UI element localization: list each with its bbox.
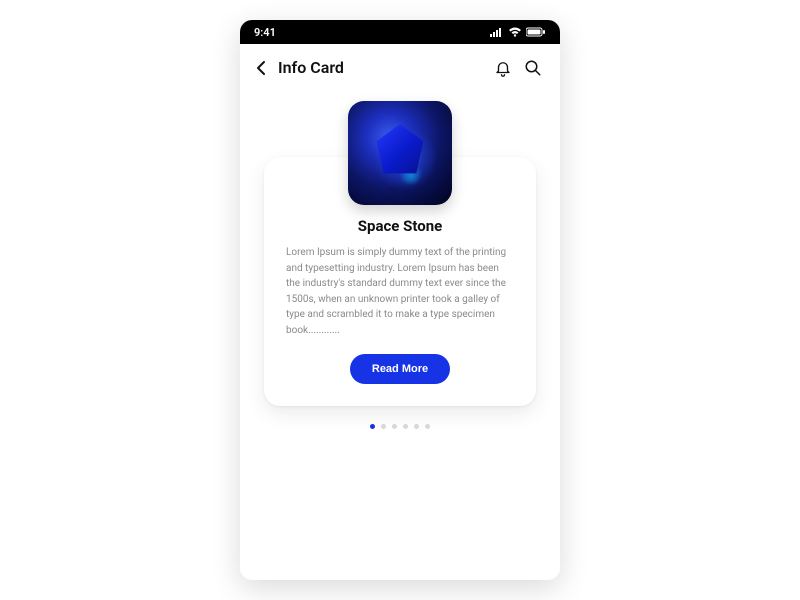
pagination-dot[interactable] [425,424,430,429]
pagination-dot[interactable] [370,424,375,429]
page-title: Info Card [278,58,344,77]
card-description: Lorem Ipsum is simply dummy text of the … [286,245,514,338]
search-icon[interactable] [524,59,542,77]
phone-frame: 9:41 Info Card Space Stone Lorem Ipsum i… [240,20,560,580]
signal-icon [490,27,504,37]
pagination-dot[interactable] [392,424,397,429]
card-thumbnail [348,101,452,205]
status-bar: 9:41 [240,20,560,44]
pagination-dots [370,424,430,429]
status-indicators [490,27,546,37]
status-time: 9:41 [254,26,276,39]
pagination-dot[interactable] [414,424,419,429]
battery-icon [526,27,546,37]
card-title: Space Stone [286,217,514,235]
back-icon[interactable] [254,60,270,76]
app-header: Info Card [240,44,560,87]
info-card-wrap: Space Stone Lorem Ipsum is simply dummy … [264,157,536,406]
pagination-dot[interactable] [403,424,408,429]
bell-icon[interactable] [494,59,512,77]
pagination-dot[interactable] [381,424,386,429]
content-area: Space Stone Lorem Ipsum is simply dummy … [240,87,560,580]
wifi-icon [508,27,522,37]
read-more-button[interactable]: Read More [350,354,450,384]
